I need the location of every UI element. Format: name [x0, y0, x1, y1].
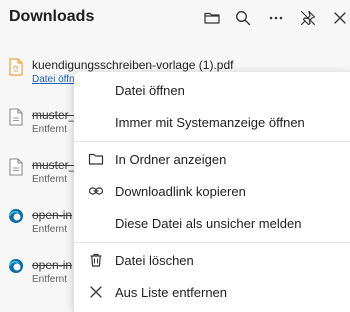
- download-file-name: open-in: [32, 208, 73, 222]
- menu-separator: [74, 242, 350, 243]
- folder-icon: [88, 151, 104, 167]
- trash-icon: [88, 252, 104, 268]
- download-status: Entfernt: [32, 224, 68, 235]
- menu-item-label: Downloadlink kopieren: [115, 183, 246, 199]
- close-button[interactable]: [328, 6, 350, 30]
- folder-icon: [204, 12, 220, 24]
- menu-item-label: Aus Liste entfernen: [115, 284, 228, 300]
- menu-item-label: Datei löschen: [115, 252, 194, 268]
- more-options-button[interactable]: [264, 6, 288, 30]
- unpin-button[interactable]: [296, 6, 320, 30]
- close-icon: [334, 12, 346, 24]
- unpin-icon: [300, 10, 316, 26]
- menu-item-report-unsafe[interactable]: Diese Datei als unsicher melden: [74, 208, 350, 238]
- download-file-name: muster_: [32, 108, 76, 122]
- menu-item-label: Datei öffnen: [115, 82, 185, 98]
- panel-title: Downloads: [9, 8, 95, 25]
- search-icon: [236, 11, 251, 26]
- menu-item-open-with-system[interactable]: Immer mit Systemanzeige öffnen: [74, 107, 350, 137]
- menu-item-label: Immer mit Systemanzeige öffnen: [115, 114, 305, 130]
- menu-item-open-file[interactable]: Datei öffnen: [74, 75, 350, 105]
- file-icon: [9, 108, 23, 126]
- search-downloads-button[interactable]: [231, 6, 255, 30]
- link-icon: [88, 183, 104, 199]
- menu-item-label: In Ordner anzeigen: [115, 151, 227, 167]
- open-downloads-folder-button[interactable]: [200, 6, 224, 30]
- menu-item-copy-download-link[interactable]: Downloadlink kopieren: [74, 176, 350, 206]
- download-file-name: open-in: [32, 258, 73, 272]
- menu-item-show-in-folder[interactable]: In Ordner anzeigen: [74, 144, 350, 174]
- download-status: Entfernt: [32, 174, 68, 185]
- edge-browser-icon: [8, 259, 23, 273]
- download-context-menu: Datei öffnen Immer mit Systemanzeige öff…: [74, 72, 350, 312]
- file-icon: [9, 158, 23, 176]
- download-status: Entfernt: [32, 274, 68, 285]
- more-icon: [269, 16, 283, 20]
- menu-separator: [74, 141, 350, 142]
- menu-item-delete-file[interactable]: Datei löschen: [74, 245, 350, 275]
- menu-item-label: Diese Datei als unsicher melden: [115, 215, 302, 231]
- menu-item-remove-from-list[interactable]: Aus Liste entfernen: [74, 277, 350, 307]
- download-status: Entfernt: [32, 124, 68, 135]
- download-file-name: muster_: [32, 158, 76, 172]
- download-file-name: kuendigungsschreiben-vorlage (1).pdf: [32, 58, 234, 72]
- pdf-file-icon: [9, 58, 23, 76]
- downloads-header: Downloads: [0, 0, 350, 36]
- close-icon: [88, 284, 104, 300]
- edge-browser-icon: [8, 209, 23, 223]
